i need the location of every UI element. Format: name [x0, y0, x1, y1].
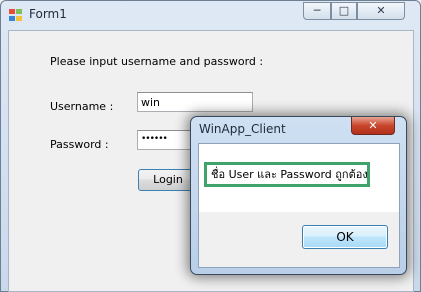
maximize-button[interactable]: □ [331, 2, 357, 20]
dialog-title: WinApp_Client [199, 122, 286, 136]
form1-titlebar[interactable]: Form1 ─ □ ✕ [1, 1, 420, 29]
dialog-client-area: ชื่อ User และ Password ถูกต้อง OK [198, 143, 400, 268]
dialog-message: ชื่อ User และ Password ถูกต้อง [204, 162, 370, 187]
ok-button[interactable]: OK [302, 225, 388, 249]
username-label: Username : [50, 100, 114, 113]
form1-title: Form1 [29, 7, 67, 21]
password-label: Password : [50, 138, 109, 151]
minimize-button[interactable]: ─ [303, 2, 331, 20]
dialog-close-button[interactable]: ✕ [351, 117, 395, 135]
username-input[interactable]: win [137, 92, 253, 112]
close-button[interactable]: ✕ [357, 2, 405, 20]
message-dialog: WinApp_Client ✕ ชื่อ User และ Password ถ… [190, 116, 407, 275]
login-button[interactable]: Login [138, 169, 198, 191]
app-icon [9, 9, 23, 22]
prompt-label: Please input username and password : [50, 55, 264, 68]
